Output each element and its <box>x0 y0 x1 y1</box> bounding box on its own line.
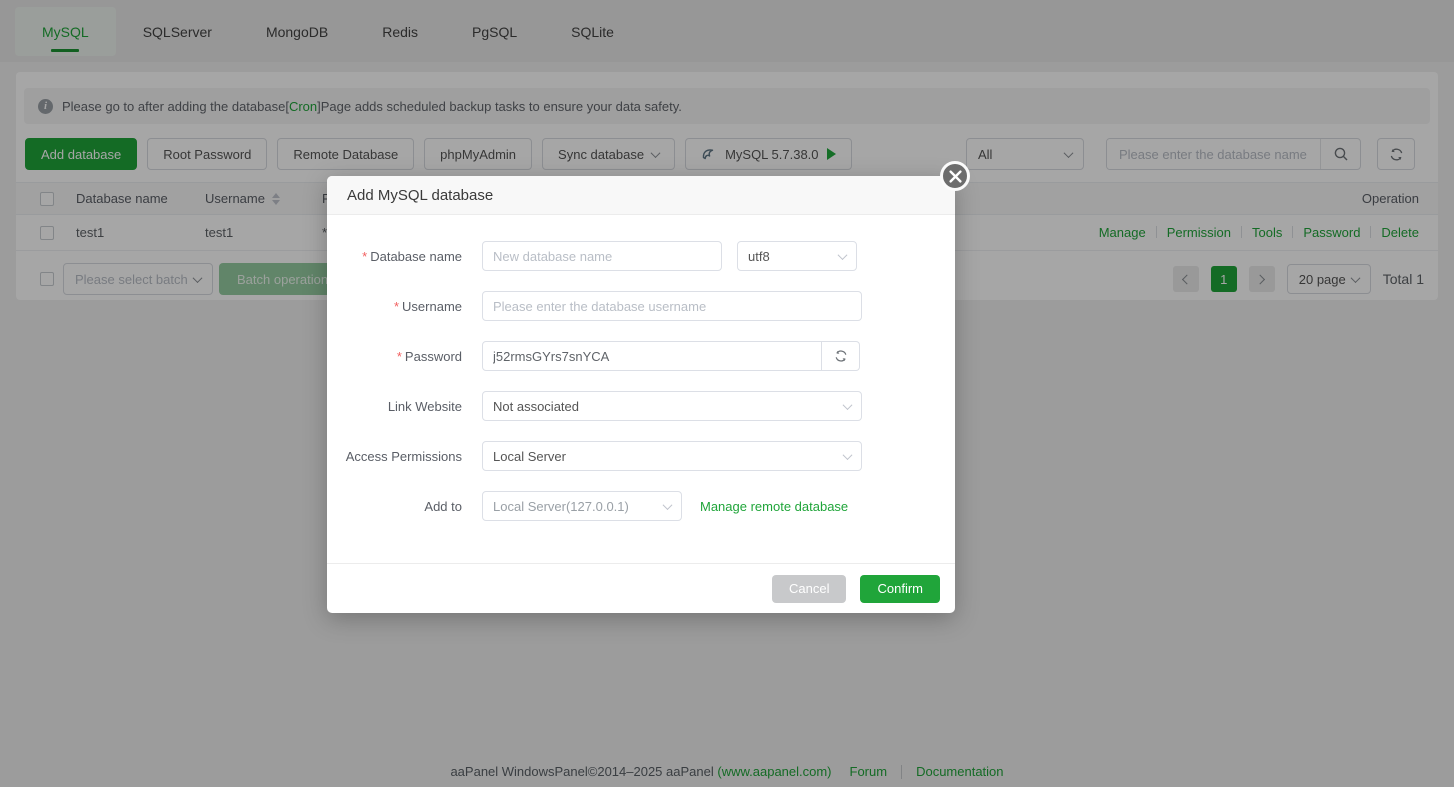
database-name-input[interactable] <box>482 241 722 271</box>
username-row: *Username <box>327 291 955 321</box>
required-asterisk: * <box>394 299 399 314</box>
password-input[interactable] <box>482 341 822 371</box>
access-permissions-select[interactable]: Local Server <box>482 441 862 471</box>
link-website-label: Link Website <box>327 399 462 414</box>
username-input[interactable] <box>482 291 862 321</box>
password-label: *Password <box>327 349 462 364</box>
chevron-down-icon <box>843 400 853 410</box>
chevron-down-icon <box>843 450 853 460</box>
required-asterisk: * <box>397 349 402 364</box>
access-permissions-row: Access Permissions Local Server <box>327 441 955 471</box>
modal-close-button[interactable] <box>940 161 970 191</box>
regenerate-password-button[interactable] <box>822 341 860 371</box>
manage-remote-database-link[interactable]: Manage remote database <box>700 499 848 514</box>
cancel-button[interactable]: Cancel <box>772 575 846 603</box>
add-mysql-database-modal: Add MySQL database *Database name utf8 *… <box>327 176 955 613</box>
modal-body: *Database name utf8 *Username *Password … <box>327 215 955 521</box>
chevron-down-icon <box>838 250 848 260</box>
database-name-label: *Database name <box>327 249 462 264</box>
password-group <box>482 341 860 371</box>
add-to-row: Add to Local Server(127.0.0.1) Manage re… <box>327 491 955 521</box>
link-website-select[interactable]: Not associated <box>482 391 862 421</box>
chevron-down-icon <box>663 500 673 510</box>
access-permissions-label: Access Permissions <box>327 449 462 464</box>
modal-title: Add MySQL database <box>347 187 493 204</box>
add-to-label: Add to <box>327 499 462 514</box>
charset-select[interactable]: utf8 <box>737 241 857 271</box>
modal-header: Add MySQL database <box>327 176 955 215</box>
link-website-row: Link Website Not associated <box>327 391 955 421</box>
password-row: *Password <box>327 341 955 371</box>
confirm-button[interactable]: Confirm <box>860 575 940 603</box>
modal-footer: Cancel Confirm <box>327 563 955 613</box>
refresh-icon <box>834 349 848 363</box>
database-name-row: *Database name utf8 <box>327 241 955 271</box>
username-label: *Username <box>327 299 462 314</box>
required-asterisk: * <box>362 249 367 264</box>
add-to-select[interactable]: Local Server(127.0.0.1) <box>482 491 682 521</box>
close-icon <box>949 170 962 183</box>
